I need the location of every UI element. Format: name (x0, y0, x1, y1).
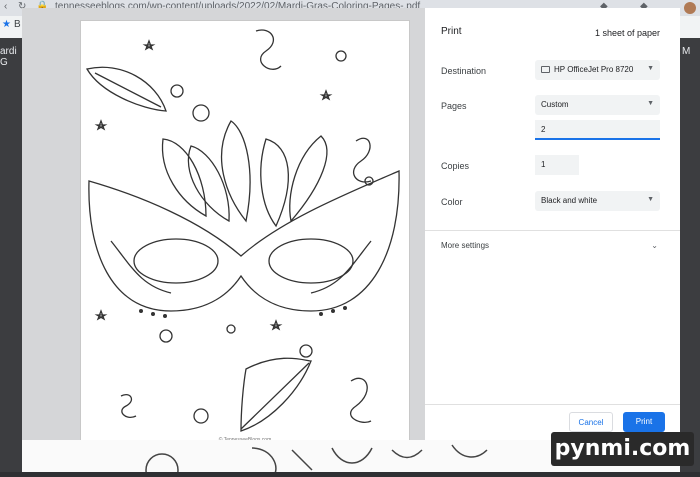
back-icon[interactable]: ‹ (4, 1, 7, 12)
page-background-left: ardi G (0, 38, 22, 472)
chevron-down-icon: ▼ (647, 65, 654, 72)
more-settings-toggle[interactable]: More settings (441, 241, 489, 250)
pages-select[interactable]: Custom ▼ (535, 95, 660, 115)
divider (425, 404, 680, 405)
print-settings-panel: Print 1 sheet of paper Destination HP Of… (425, 8, 680, 440)
sheet-count: 1 sheet of paper (594, 28, 660, 38)
chevron-down-icon: ▼ (647, 196, 654, 203)
divider (425, 230, 680, 231)
destination-value: HP OfficeJet Pro 8720 (554, 65, 634, 74)
destination-select[interactable]: HP OfficeJet Pro 8720 ▼ (535, 60, 660, 80)
printer-icon (541, 66, 550, 73)
page-background-right: M (680, 38, 700, 472)
avatar[interactable] (684, 2, 696, 14)
color-label: Color (441, 197, 463, 207)
watermark: pynmi.com (551, 432, 694, 466)
page-heading-fragment: M (682, 46, 691, 57)
destination-label: Destination (441, 66, 487, 76)
chevron-down-icon: ▼ (647, 100, 654, 107)
bookmark-item[interactable]: B (14, 19, 21, 30)
pages-value: Custom (541, 100, 569, 109)
preview-page: © TennesseeBlogs.com (80, 20, 410, 448)
color-value: Black and white (541, 196, 598, 205)
bookmark-star-icon[interactable]: ★ (2, 19, 11, 30)
pages-label: Pages (441, 101, 467, 111)
mardi-gras-mask-illustration (85, 29, 400, 432)
print-button[interactable]: Print (623, 412, 665, 432)
copies-label: Copies (441, 161, 470, 171)
copies-input[interactable]: 1 (535, 155, 579, 175)
page-heading-fragment: ardi G (0, 46, 17, 68)
color-select[interactable]: Black and white ▼ (535, 191, 660, 211)
chevron-down-icon[interactable]: ⌄ (651, 241, 658, 250)
custom-pages-input[interactable]: 2 (535, 120, 660, 140)
print-preview-area: © TennesseeBlogs.com (22, 8, 425, 448)
dialog-title: Print (441, 26, 462, 37)
cancel-button[interactable]: Cancel (569, 412, 613, 432)
